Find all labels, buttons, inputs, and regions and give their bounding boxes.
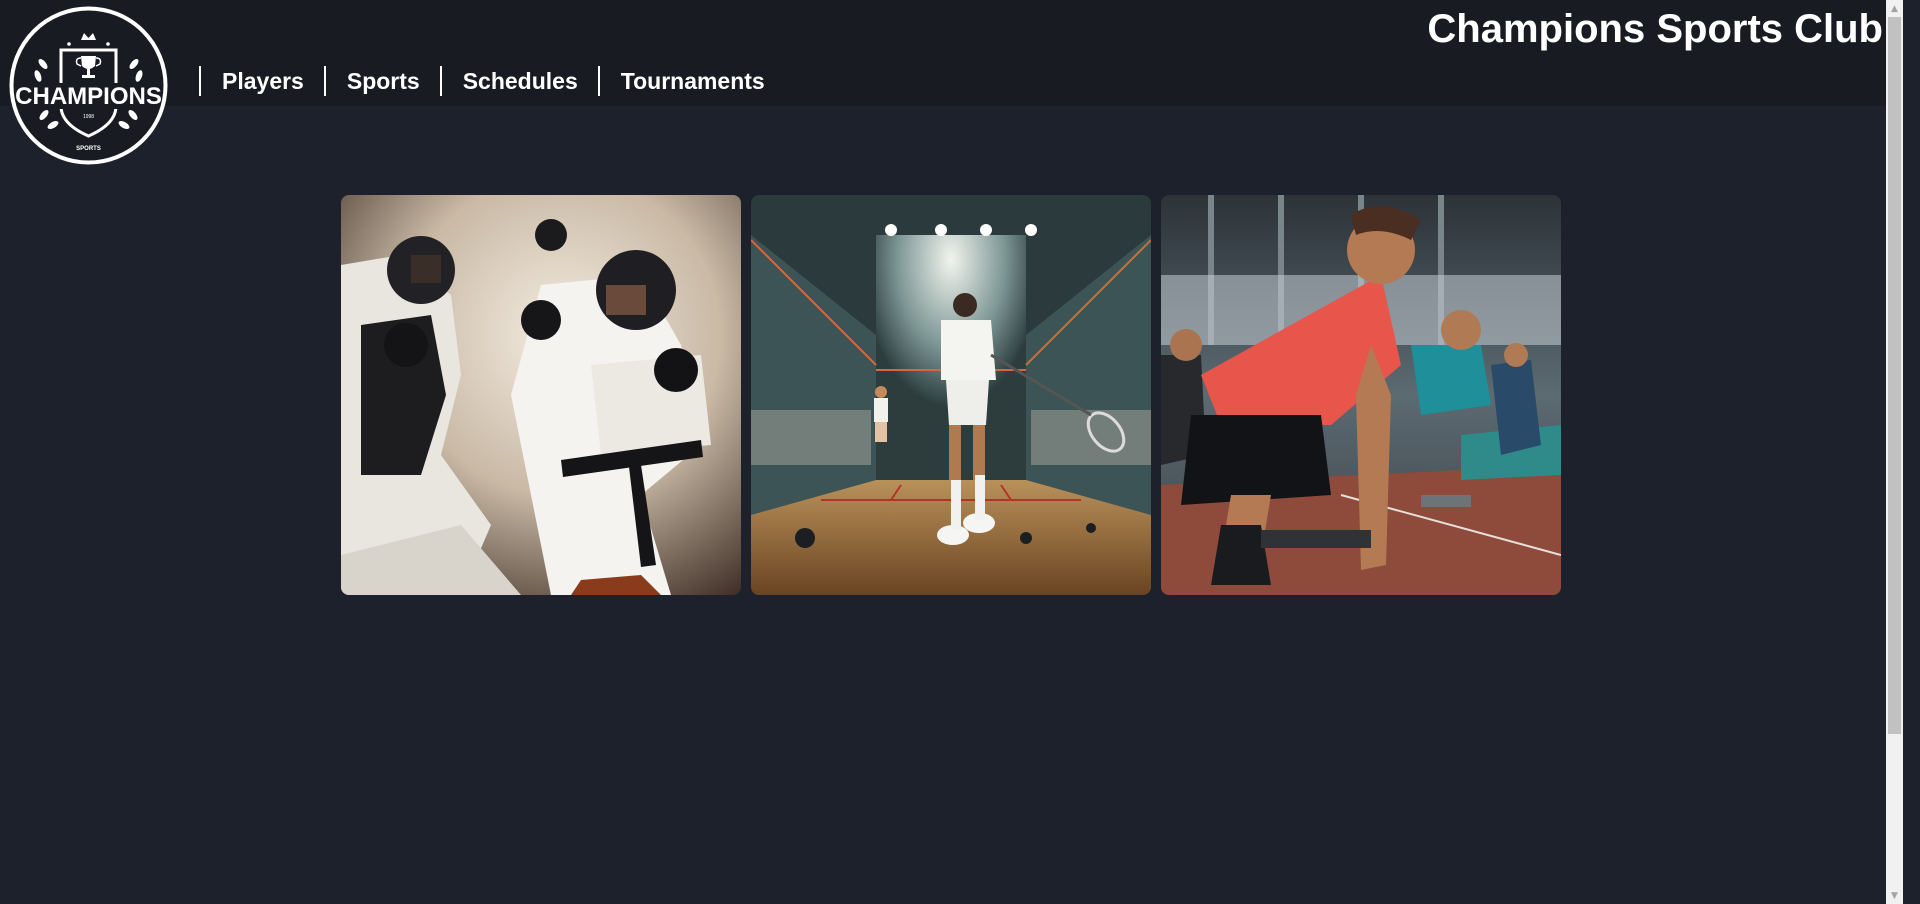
sprint-start-image xyxy=(1161,195,1561,595)
logo-year: 1998 xyxy=(83,114,94,120)
gallery-card-athletics[interactable] xyxy=(1161,195,1561,595)
karate-sparring-image xyxy=(341,195,741,595)
champions-crest-icon: CHAMPIONS 1998 SPORTS xyxy=(9,6,168,165)
logo-subtext: SPORTS xyxy=(76,146,101,152)
scroll-up-arrow-icon[interactable]: ▲ xyxy=(1886,0,1903,17)
club-logo[interactable]: CHAMPIONS 1998 SPORTS xyxy=(9,6,168,165)
nav-item-schedules[interactable]: Schedules xyxy=(439,66,598,96)
gallery-card-martial-arts[interactable] xyxy=(341,195,741,595)
sports-gallery xyxy=(341,195,1561,595)
main-nav: Players Sports Schedules Tournaments xyxy=(199,66,785,96)
nav-item-players[interactable]: Players xyxy=(199,66,324,96)
nav-item-tournaments[interactable]: Tournaments xyxy=(597,66,785,96)
logo-text: CHAMPIONS xyxy=(15,83,162,110)
site-title: Champions Sports Club xyxy=(1427,7,1883,51)
gallery-card-squash[interactable] xyxy=(751,195,1151,595)
header-bar: Champions Sports Club Players Sports Sch… xyxy=(0,0,1903,106)
nav-item-sports[interactable]: Sports xyxy=(323,66,440,96)
squash-court-image xyxy=(751,195,1151,595)
vertical-scrollbar[interactable]: ▲ ▼ xyxy=(1886,0,1903,904)
scrollbar-thumb[interactable] xyxy=(1888,17,1901,734)
scroll-down-arrow-icon[interactable]: ▼ xyxy=(1886,887,1903,904)
page: Champions Sports Club Players Sports Sch… xyxy=(0,0,1903,904)
